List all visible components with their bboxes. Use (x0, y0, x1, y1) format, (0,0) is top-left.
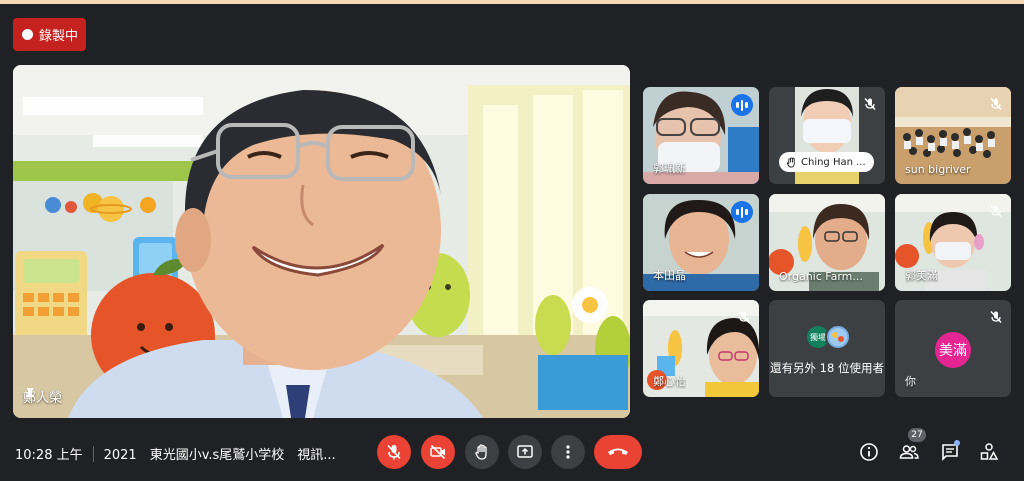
others-avatars: 獨場 (805, 324, 851, 350)
mic-off-icon (987, 308, 1005, 326)
clock-time: 10:28 上午 (15, 448, 83, 463)
participant-tile[interactable]: 本田晶 (643, 194, 759, 291)
participant-name: sun bigriver (905, 163, 971, 176)
meeting-title[interactable]: 2021 東光國小v.s尾鷲小学校 視訊... (104, 444, 336, 463)
present-screen-button[interactable] (508, 435, 542, 469)
mic-toggle-button[interactable] (377, 435, 411, 469)
meeting-details-button[interactable] (856, 439, 882, 465)
participants-button[interactable] (896, 439, 922, 465)
self-avatar: 美滿 (935, 332, 971, 368)
camera-toggle-button[interactable] (421, 435, 455, 469)
participant-name: 本田晶 (653, 269, 686, 282)
more-options-button[interactable] (551, 435, 585, 469)
participant-name: Ching Han ... (801, 156, 866, 168)
mic-off-icon (987, 202, 1005, 220)
participant-tile[interactable]: 郭珮新 (643, 87, 759, 184)
raised-hand-icon (786, 156, 795, 168)
participant-name: 郭美滿 (905, 269, 938, 282)
others-tile[interactable]: 獨場 還有另外 18 位使用者 (769, 300, 885, 397)
participant-name: 你 (905, 375, 916, 388)
bottom-toolbar: 10:28 上午 2021 東光國小v.s尾鷲小学校 視訊... (0, 426, 1024, 481)
participant-count-badge: 27 (908, 428, 926, 442)
participant-tile[interactable]: sun bigriver (895, 87, 1011, 184)
mic-off-icon (987, 95, 1005, 113)
mic-off-icon (387, 444, 401, 460)
activities-button[interactable] (976, 439, 1002, 465)
main-video-scene (13, 65, 630, 418)
recording-badge[interactable]: 錄製中 (13, 18, 86, 51)
speaking-indicator-icon (731, 94, 753, 116)
raise-hand-button[interactable] (465, 435, 499, 469)
mic-off-icon (735, 308, 753, 326)
more-vert-icon (566, 445, 570, 459)
record-dot-icon (22, 29, 33, 40)
participant-tile[interactable]: 郭美滿 (895, 194, 1011, 291)
chat-notification-dot (954, 440, 960, 446)
raised-hand-icon (475, 444, 487, 460)
participant-tile[interactable]: Organic Farm... (769, 194, 885, 291)
activities-shapes-icon (980, 443, 999, 460)
present-screen-icon (517, 445, 533, 458)
raised-hand-pill: Ching Han ... (779, 152, 874, 172)
others-count-label: 還有另外 18 位使用者 (770, 361, 884, 375)
people-icon (899, 445, 919, 459)
info-icon (860, 443, 878, 461)
recording-label: 錄製中 (39, 29, 79, 44)
leave-call-button[interactable] (594, 435, 642, 469)
main-speaker-tile[interactable]: 鄭人榮 (13, 65, 630, 418)
participant-tile[interactable]: 鄭心怡 (643, 300, 759, 397)
meeting-info: 10:28 上午 2021 東光國小v.s尾鷲小学校 視訊... (15, 444, 336, 463)
pin-icon (26, 388, 34, 400)
self-tile[interactable]: 美滿 你 (895, 300, 1011, 397)
camera-off-icon (430, 444, 446, 460)
mic-off-icon (861, 95, 879, 113)
top-strip (0, 0, 1024, 4)
phone-hangup-icon (608, 448, 628, 455)
main-speaker-name: 鄭人榮 (23, 387, 62, 406)
participant-name: 鄭心怡 (653, 375, 686, 388)
mini-avatar-photo (825, 324, 851, 350)
participant-tile[interactable]: Ching Han ... (769, 87, 885, 184)
speaking-indicator-icon (731, 201, 753, 223)
participant-name: Organic Farm... (779, 270, 863, 283)
participant-name: 郭珮新 (653, 162, 686, 175)
divider (92, 445, 94, 462)
